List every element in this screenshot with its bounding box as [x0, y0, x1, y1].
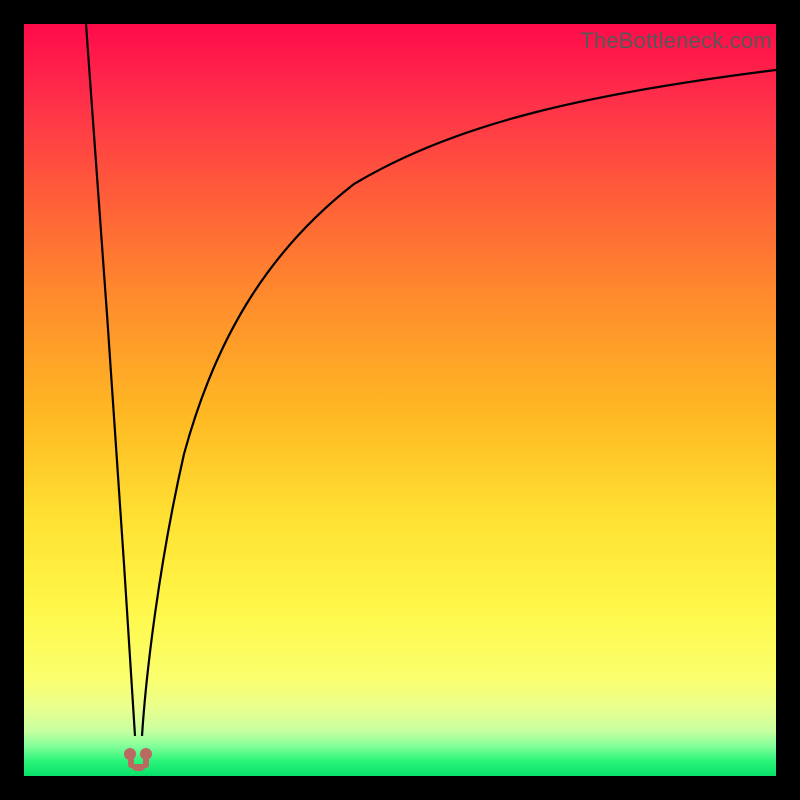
- marker-u-stem-right: [143, 754, 149, 768]
- marker-layer: [24, 24, 776, 776]
- chart-frame: TheBottleneck.com: [24, 24, 776, 776]
- marker-u-stem-left: [128, 754, 134, 768]
